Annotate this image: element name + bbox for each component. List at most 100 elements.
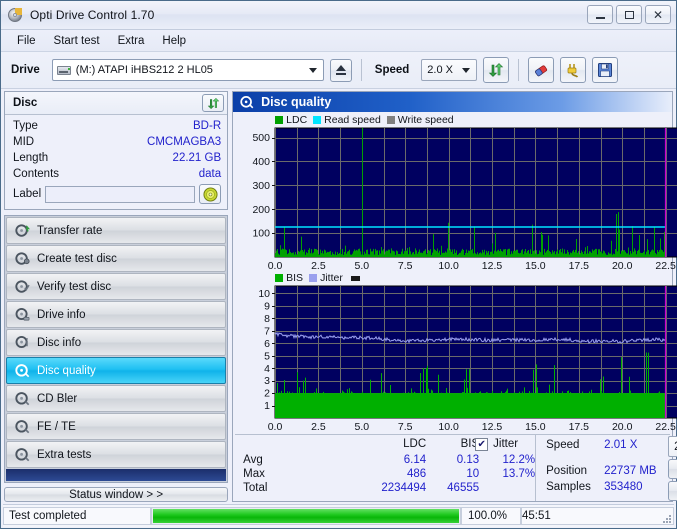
status-message: Test completed <box>3 507 151 525</box>
sidebar-item-transfer-rate[interactable]: Transfer rate <box>6 217 227 244</box>
stats-max-bis: 10 <box>466 468 480 480</box>
disc-row-length: Length 22.21 GB <box>13 150 221 166</box>
disc-label-label: Label <box>13 188 42 200</box>
result-speed-select[interactable]: 2.0 X <box>668 436 677 457</box>
speed-result-label: Speed <box>546 439 580 451</box>
erase-button[interactable] <box>528 57 555 83</box>
sidebar-item-create-test-disc[interactable]: Create test disc <box>6 245 227 272</box>
app-window: Opti Drive Control 1.70 ✕ File Start tes… <box>0 0 677 529</box>
disc-fete-icon <box>15 420 30 434</box>
legend-label-bis: BIS <box>286 272 304 285</box>
drive-label: Drive <box>11 64 40 76</box>
minimize-button[interactable] <box>587 5 613 24</box>
stats-controls: Speed 2.01 X 2.0 X Position 22737 MB Sam… <box>535 435 677 501</box>
disc-mid-label: MID <box>13 136 35 148</box>
sidebar-item-drive-info[interactable]: Drive info <box>6 301 227 328</box>
jitter-checkbox[interactable]: ✔ <box>475 438 489 451</box>
svg-text:8: 8 <box>264 313 270 325</box>
legend-swatch-ldc <box>275 116 284 124</box>
svg-text:2.5: 2.5 <box>311 260 326 272</box>
disc-quality-icon <box>15 364 30 378</box>
disc-contents-label: Contents <box>13 168 60 180</box>
svg-text:100: 100 <box>253 228 271 240</box>
toolbar: Drive (M:) ATAPI iHBS212 2 HL05 Speed 2.… <box>1 52 676 89</box>
svg-text:15.0: 15.0 <box>525 421 546 433</box>
sidebar-item-label: Verify test disc <box>37 280 112 293</box>
resize-grip-icon[interactable] <box>661 513 671 523</box>
menu-item-start-test[interactable]: Start test <box>45 33 109 49</box>
sidebar-item-cd-bler[interactable]: CD Bler <box>6 385 227 412</box>
sidebar-item-verify-test-disc[interactable]: Verify test disc <box>6 273 227 300</box>
svg-text:1: 1 <box>264 400 270 412</box>
bis-chart-legend: BIS Jitter <box>275 272 360 284</box>
drive-info-icon <box>15 308 30 321</box>
disc-create-icon <box>15 252 30 265</box>
refresh-button[interactable] <box>483 57 510 83</box>
stats-header-bis: BIS <box>460 438 480 450</box>
disc-extra-icon <box>15 448 30 462</box>
legend-label-read-speed: Read speed <box>324 114 381 126</box>
stats-avg-bis: 0.13 <box>456 454 480 466</box>
disc-bler-icon <box>15 392 30 406</box>
stats-avg-jitter: 12.2% <box>502 454 536 466</box>
check-icon: ✔ <box>477 439 486 450</box>
eject-button[interactable] <box>329 58 352 82</box>
stats-panel: LDC BIS Avg 6.14 0.13 Max 486 10 Total 2… <box>235 434 677 501</box>
tools-button[interactable] <box>560 57 587 83</box>
legend-swatch-bis <box>275 274 284 283</box>
svg-text:12.5: 12.5 <box>482 421 503 433</box>
progress-bar <box>151 507 461 525</box>
drive-select[interactable]: (M:) ATAPI iHBS212 2 HL05 <box>51 59 324 81</box>
menu-item-file[interactable]: File <box>8 33 45 49</box>
disc-length-value: 22.21 GB <box>172 152 222 164</box>
disc-refresh-button[interactable] <box>202 94 225 112</box>
maximize-button[interactable] <box>616 5 642 24</box>
stats-total-ldc: 2234494 <box>381 482 427 494</box>
stats-max-ldc: 486 <box>406 468 427 480</box>
samples-label: Samples <box>546 481 591 493</box>
svg-text:22.5: 22.5 <box>656 421 677 433</box>
save-icon <box>598 63 613 77</box>
status-window-button[interactable]: Status window > > <box>4 487 229 502</box>
speed-select[interactable]: 2.0 X <box>421 59 478 81</box>
menu-bar: File Start test Extra Help <box>1 30 676 52</box>
sidebar-item-disc-quality[interactable]: Disc quality <box>6 357 227 384</box>
ldc-chart: LDC Read speed Write speed 100 200 300 400 5… <box>235 114 677 272</box>
start-part-button[interactable]: Start part <box>668 481 677 501</box>
menu-item-help[interactable]: Help <box>153 33 195 49</box>
svg-text:20.0: 20.0 <box>612 421 633 433</box>
nav-spacer <box>6 469 227 481</box>
disc-transfer-icon <box>15 224 30 237</box>
stats-row-label-max: Max <box>243 468 265 480</box>
drive-icon <box>56 64 71 77</box>
speed-select-value: 2.0 X <box>427 64 453 76</box>
bis-jitter-chart: BIS Jitter 123456789104%8%12%16%20%0.02.… <box>235 272 677 433</box>
sidebar-item-label: CD Bler <box>37 392 78 405</box>
menu-item-extra[interactable]: Extra <box>109 33 154 49</box>
svg-text:10: 10 <box>258 288 270 300</box>
eraser-icon <box>534 64 547 76</box>
ldc-chart-svg: 1002003004005001 X2 X3 X4 X5 X6 X7 X8 X0… <box>253 127 677 272</box>
window-title: Opti Drive Control 1.70 <box>30 8 155 22</box>
save-button[interactable] <box>592 57 619 83</box>
svg-text:12.5: 12.5 <box>482 260 503 272</box>
svg-text:0.0: 0.0 <box>268 260 283 272</box>
disc-label-input[interactable] <box>45 185 196 203</box>
disc-label-button[interactable] <box>199 184 222 204</box>
svg-text:200: 200 <box>253 204 271 216</box>
disc-row-type: Type BD-R <box>13 118 221 134</box>
toolbar-separator-2 <box>518 59 520 81</box>
eject-icon <box>335 65 346 71</box>
sidebar-item-extra-tests[interactable]: Extra tests <box>6 441 227 468</box>
disc-length-label: Length <box>13 152 49 164</box>
svg-text:5.0: 5.0 <box>355 260 370 272</box>
svg-text:7.5: 7.5 <box>398 421 413 433</box>
start-full-button[interactable]: Start full <box>668 459 677 479</box>
sidebar: Disc Type BD-R MID CMCMAGBA3 Length 22.2… <box>4 89 229 502</box>
close-button[interactable]: ✕ <box>645 5 671 24</box>
speed-result-value: 2.01 X <box>604 439 638 451</box>
panel-header: Disc quality <box>233 92 672 112</box>
svg-text:2.5: 2.5 <box>311 421 326 433</box>
sidebar-item-disc-info[interactable]: Disc info <box>6 329 227 356</box>
sidebar-item-fe-te[interactable]: FE / TE <box>6 413 227 440</box>
